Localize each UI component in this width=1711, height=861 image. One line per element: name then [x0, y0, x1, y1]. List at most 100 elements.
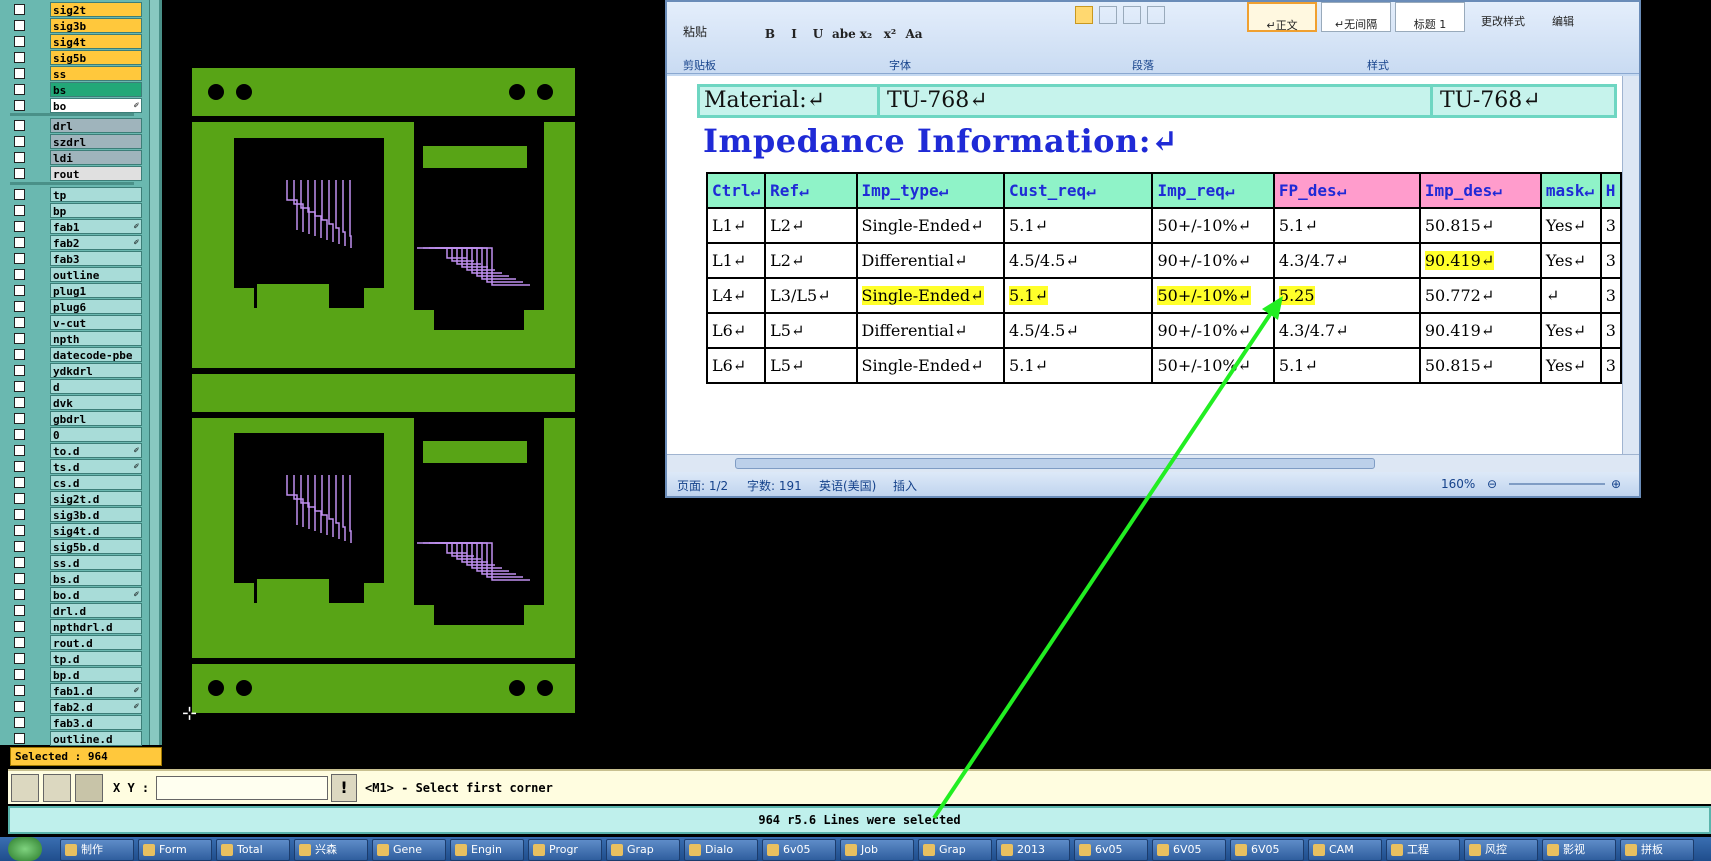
- layer-row-sig3b.d[interactable]: sig3b.d: [10, 507, 142, 522]
- layer-name[interactable]: to.d ✐: [50, 443, 142, 458]
- layer-checkbox[interactable]: [14, 509, 25, 520]
- taskbar-item[interactable]: Grap: [918, 839, 992, 861]
- layer-row-ldi[interactable]: ldi: [10, 150, 142, 165]
- table-cell[interactable]: 50+/-10%↵: [1151, 347, 1275, 384]
- taskbar-item[interactable]: Engin: [450, 839, 524, 861]
- layer-row-ts.d[interactable]: ts.d ✐: [10, 459, 142, 474]
- layer-row-ss[interactable]: ss: [10, 66, 142, 81]
- layer-name[interactable]: drl.d: [50, 603, 142, 618]
- layer-checkbox[interactable]: [14, 445, 25, 456]
- table-cell[interactable]: L3/L5↵: [764, 277, 858, 314]
- layer-checkbox[interactable]: [14, 413, 25, 424]
- table-cell[interactable]: L2↵: [764, 242, 858, 279]
- table-cell[interactable]: Single-Ended↵: [855, 207, 1006, 244]
- layer-name[interactable]: ss.d: [50, 555, 142, 570]
- layer-row-drl.d[interactable]: drl.d: [10, 603, 142, 618]
- layer-row-szdrl[interactable]: szdrl: [10, 134, 142, 149]
- layer-name[interactable]: szdrl: [50, 134, 142, 149]
- table-cell[interactable]: 3: [1599, 347, 1622, 384]
- layer-name[interactable]: d: [50, 379, 142, 394]
- page-indicator[interactable]: 页面: 1/2: [677, 477, 728, 494]
- layer-row-gbdrl[interactable]: gbdrl: [10, 411, 142, 426]
- layer-name[interactable]: ydkdrl: [50, 363, 142, 378]
- layer-checkbox[interactable]: [14, 68, 25, 79]
- layer-name[interactable]: bp.d: [50, 667, 142, 682]
- layer-checkbox[interactable]: [14, 253, 25, 264]
- layer-checkbox[interactable]: [14, 317, 25, 328]
- style-normal[interactable]: ↵正文: [1247, 2, 1317, 32]
- layer-name[interactable]: dvk: [50, 395, 142, 410]
- layer-name[interactable]: rout.d: [50, 635, 142, 650]
- layer-checkbox[interactable]: [14, 397, 25, 408]
- table-cell[interactable]: 5.1↵: [1272, 347, 1421, 384]
- layer-row-fab1[interactable]: fab1 ✐: [10, 219, 142, 234]
- table-cell[interactable]: L5↵: [764, 312, 858, 349]
- layer-name[interactable]: 0: [50, 427, 142, 442]
- layer-row-outline.d[interactable]: outline.d: [10, 731, 142, 746]
- horizontal-scroll-thumb[interactable]: [735, 458, 1375, 469]
- layer-row-v-cut[interactable]: v-cut: [10, 315, 142, 330]
- table-cell[interactable]: 3: [1599, 242, 1622, 279]
- taskbar-item[interactable]: 工程: [1386, 839, 1460, 861]
- layer-row-npth[interactable]: npth: [10, 331, 142, 346]
- layer-checkbox[interactable]: [14, 221, 25, 232]
- layer-row-ydkdrl[interactable]: ydkdrl: [10, 363, 142, 378]
- align-center-icon[interactable]: [1099, 6, 1117, 24]
- font-button[interactable]: B: [759, 24, 781, 44]
- layer-name[interactable]: outline: [50, 267, 142, 282]
- taskbar-item[interactable]: Dialo: [684, 839, 758, 861]
- table-cell[interactable]: 4.3/4.7↵: [1272, 312, 1421, 349]
- layer-name[interactable]: tp: [50, 187, 142, 202]
- table-cell[interactable]: Yes↵: [1539, 242, 1602, 279]
- taskbar-item[interactable]: CAM: [1308, 839, 1382, 861]
- table-cell[interactable]: 5.1↵: [1272, 207, 1421, 244]
- style-no-spacing[interactable]: ↵无间隔: [1321, 2, 1391, 32]
- layer-row-bp.d[interactable]: bp.d: [10, 667, 142, 682]
- layer-checkbox[interactable]: [14, 269, 25, 280]
- layer-checkbox[interactable]: [14, 589, 25, 600]
- change-styles-button[interactable]: 更改样式: [1475, 12, 1531, 32]
- layer-checkbox[interactable]: [14, 301, 25, 312]
- align-right-icon[interactable]: [1123, 6, 1141, 24]
- layer-row-drl[interactable]: drl: [10, 118, 142, 133]
- layer-row-fab1.d[interactable]: fab1.d ✐: [10, 683, 142, 698]
- layer-row-sig4t[interactable]: sig4t: [10, 34, 142, 49]
- layer-row-sig5b.d[interactable]: sig5b.d: [10, 539, 142, 554]
- layer-checkbox[interactable]: [14, 653, 25, 664]
- table-cell[interactable]: 3: [1599, 312, 1622, 349]
- layer-name[interactable]: sig3b.d: [50, 507, 142, 522]
- table-cell[interactable]: 5.1↵: [1003, 347, 1154, 384]
- layer-name[interactable]: sig2t.d: [50, 491, 142, 506]
- layer-checkbox[interactable]: [14, 285, 25, 296]
- layer-checkbox[interactable]: [14, 84, 25, 95]
- layer-checkbox[interactable]: [14, 20, 25, 31]
- layer-checkbox[interactable]: [14, 621, 25, 632]
- layer-checkbox[interactable]: [14, 701, 25, 712]
- layer-checkbox[interactable]: [14, 349, 25, 360]
- document-page[interactable]: Material:↵ TU-768↵ TU-768↵ Impedance Inf…: [667, 76, 1622, 454]
- font-button[interactable]: abe: [831, 24, 856, 44]
- layer-row-dvk[interactable]: dvk: [10, 395, 142, 410]
- table-cell[interactable]: Differential↵: [855, 312, 1006, 349]
- layer-name[interactable]: fab2 ✐: [50, 235, 142, 250]
- layer-panel-scrollbar[interactable]: [149, 0, 159, 745]
- table-cell[interactable]: L5↵: [764, 347, 858, 384]
- table-cell[interactable]: Single-Ended↵: [855, 347, 1006, 384]
- font-button[interactable]: x₂: [855, 24, 877, 44]
- alert-icon[interactable]: !: [331, 774, 357, 802]
- layer-name[interactable]: sig2t: [50, 2, 142, 17]
- table-cell[interactable]: 4.5/4.5↵: [1003, 312, 1154, 349]
- table-cell[interactable]: L1↵: [705, 207, 767, 244]
- taskbar-item[interactable]: 风控: [1464, 839, 1538, 861]
- table-cell[interactable]: 4.3/4.7↵: [1272, 242, 1421, 279]
- font-button[interactable]: I: [783, 24, 805, 44]
- table-cell[interactable]: 90+/-10%↵: [1151, 312, 1275, 349]
- table-cell[interactable]: 3: [1599, 277, 1622, 314]
- font-button[interactable]: x²: [879, 24, 901, 44]
- layer-row-tp.d[interactable]: tp.d: [10, 651, 142, 666]
- layer-row-bs[interactable]: bs: [10, 82, 142, 97]
- style-heading-1[interactable]: 标题 1: [1395, 2, 1465, 32]
- taskbar-item[interactable]: Total: [216, 839, 290, 861]
- layer-row-bo.d[interactable]: bo.d ✐: [10, 587, 142, 602]
- layer-row-sig3b[interactable]: sig3b: [10, 18, 142, 33]
